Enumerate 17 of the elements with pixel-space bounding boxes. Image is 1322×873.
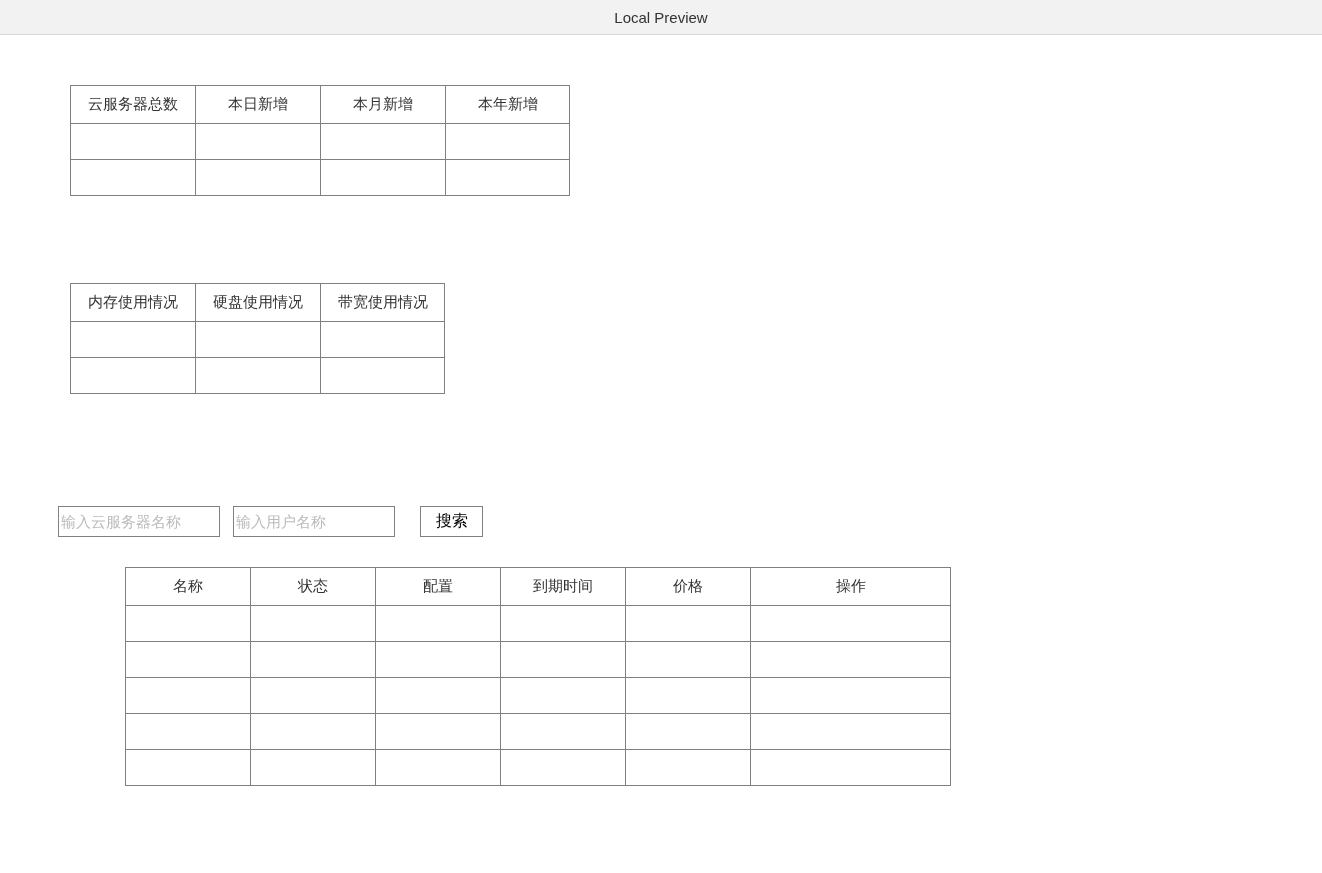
column-header: 操作	[750, 567, 951, 606]
search-field[interactable]: 输入用户名称	[233, 506, 395, 537]
column-header: 状态	[250, 567, 376, 606]
search-field[interactable]: 输入云服务器名称	[58, 506, 220, 537]
column-header: 本日新增	[195, 85, 321, 124]
column-header: 价格	[625, 567, 751, 606]
search-button[interactable]: 搜索	[420, 506, 483, 537]
column-header: 名称	[125, 567, 251, 606]
column-header: 到期时间	[500, 567, 626, 606]
column-header: 内存使用情况	[70, 283, 196, 322]
column-header: 本月新增	[320, 85, 446, 124]
column-header: 硬盘使用情况	[195, 283, 321, 322]
column-header: 带宽使用情况	[320, 283, 445, 322]
column-header: 本年新增	[445, 85, 570, 124]
window-title: Local Preview	[614, 8, 708, 26]
column-header: 配置	[375, 567, 501, 606]
column-header: 云服务器总数	[70, 85, 196, 124]
